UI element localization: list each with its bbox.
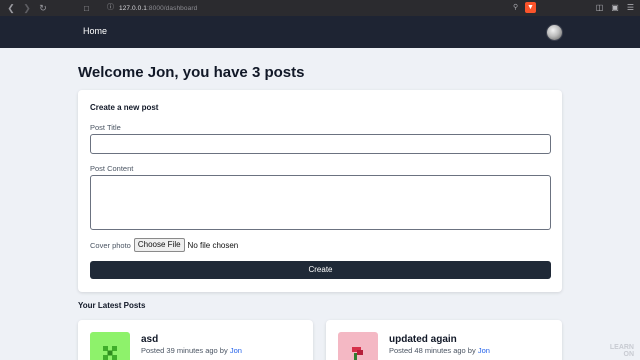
bookmark-icon[interactable]: □	[84, 4, 92, 13]
watermark-logo: LEARN ON	[610, 344, 634, 358]
sidebar-icon[interactable]: ◫	[596, 3, 604, 13]
browser-toolbar: ❮ ❯ ↻ □ ⓘ 127.0.0.1:8000/dashboard ⚲ ⇧ ▼…	[0, 0, 640, 16]
post-content-textarea[interactable]	[90, 175, 551, 230]
post-title[interactable]: updated again	[389, 334, 457, 345]
address-bar[interactable]: ⓘ 127.0.0.1:8000/dashboard ⚲ ⇧	[104, 2, 536, 14]
choose-file-button[interactable]: Choose File	[133, 238, 185, 252]
create-post-button[interactable]: Create	[90, 261, 551, 279]
cover-photo-row: Cover photo Choose File No file chosen	[90, 238, 238, 252]
post-title-input[interactable]	[90, 134, 551, 154]
post-meta: Posted 48 minutes ago by Jon	[389, 346, 490, 355]
site-info-icon[interactable]: ⓘ	[107, 4, 115, 12]
browser-tools: ◫ ▣ ☰	[596, 3, 634, 13]
nav-home-link[interactable]: Home	[83, 26, 107, 36]
cube-pattern-icon	[103, 346, 117, 360]
post-meta: Posted 39 minutes ago by Jon	[141, 346, 242, 355]
url-path: :8000/dashboard	[147, 4, 198, 12]
file-status-text: No file chosen	[187, 240, 239, 250]
flower-pattern-icon	[352, 347, 363, 360]
app-navbar: Home	[0, 16, 640, 48]
post-content-label: Post Content	[90, 164, 134, 173]
post-thumbnail[interactable]	[338, 332, 378, 360]
menu-icon[interactable]: ☰	[627, 3, 634, 13]
url-host: 127.0.0.1	[119, 4, 148, 12]
create-post-card: Create a new post Post Title Post Conten…	[78, 90, 562, 292]
reload-icon[interactable]: ↻	[38, 3, 48, 13]
post-thumbnail[interactable]	[90, 332, 130, 360]
post-meta-text: Posted 39 minutes ago by	[141, 346, 228, 355]
watermark-line-2: ON	[623, 351, 635, 358]
back-icon[interactable]: ❮	[6, 3, 16, 13]
post-card[interactable]: asd Posted 39 minutes ago by Jon	[78, 320, 313, 360]
post-author-link[interactable]: Jon	[230, 346, 242, 355]
post-meta-text: Posted 48 minutes ago by	[389, 346, 476, 355]
page-title: Welcome Jon, you have 3 posts	[78, 64, 305, 81]
post-card[interactable]: updated again Posted 48 minutes ago by J…	[326, 320, 562, 360]
create-post-heading: Create a new post	[90, 103, 159, 112]
post-author-link[interactable]: Jon	[478, 346, 490, 355]
brave-shields-icon[interactable]: ▼	[525, 2, 536, 13]
url-text[interactable]: 127.0.0.1:8000/dashboard	[119, 5, 197, 12]
post-title-label: Post Title	[90, 123, 121, 132]
post-title[interactable]: asd	[141, 334, 158, 345]
watermark-line-1: LEARN	[609, 344, 634, 351]
zoom-icon[interactable]: ⚲	[513, 3, 518, 13]
user-avatar[interactable]	[546, 24, 563, 41]
latest-posts-heading: Your Latest Posts	[78, 301, 146, 310]
cover-photo-label: Cover photo	[90, 240, 131, 250]
wallet-icon[interactable]: ▣	[611, 3, 619, 13]
forward-icon[interactable]: ❯	[22, 3, 32, 13]
